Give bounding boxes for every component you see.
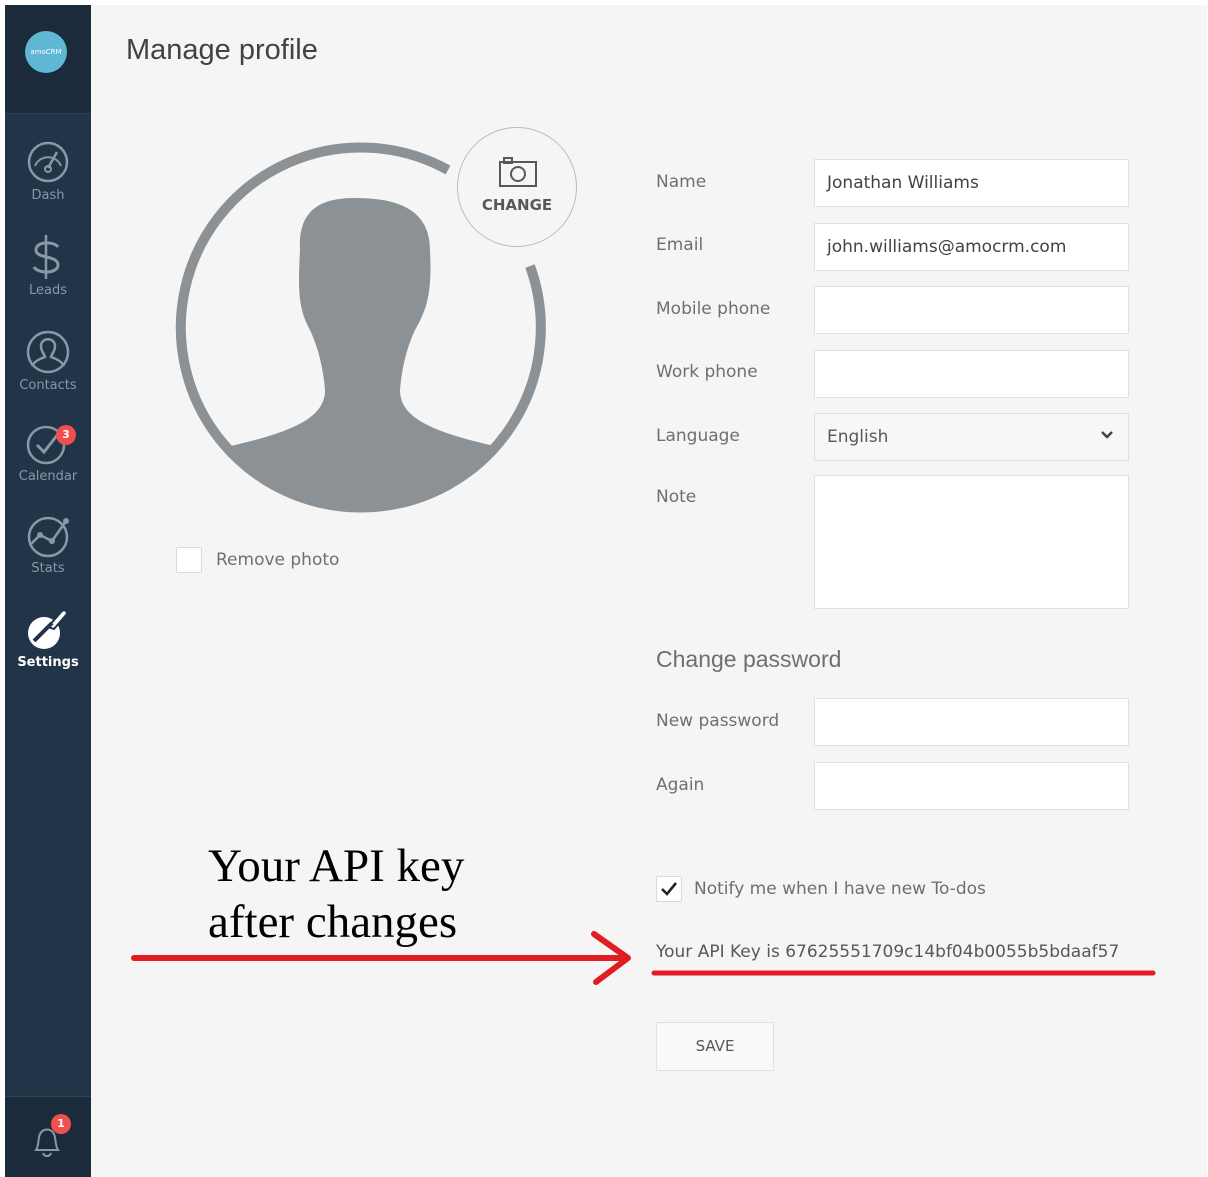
annotation-overlay xyxy=(131,931,1156,985)
